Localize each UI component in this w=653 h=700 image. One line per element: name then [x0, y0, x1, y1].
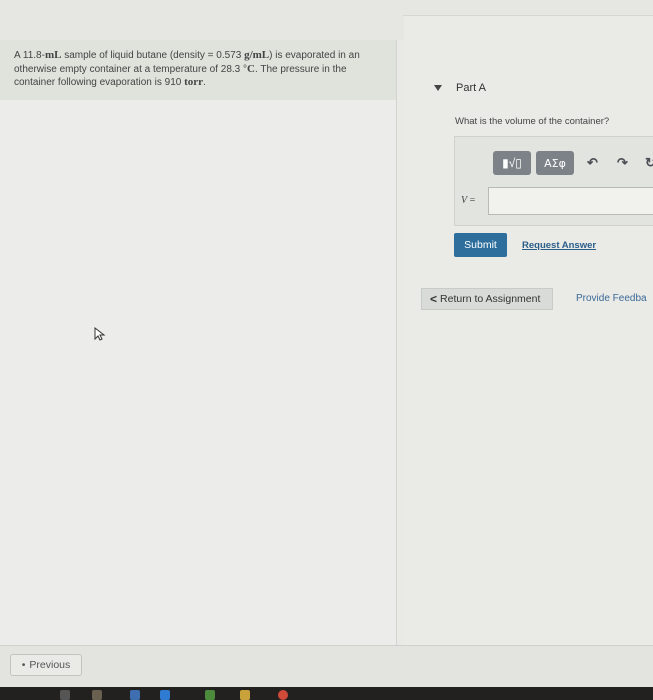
- problem-panel: A 11.8-mL sample of liquid butane (densi…: [0, 40, 397, 645]
- taskbar-app-icon[interactable]: [240, 690, 250, 700]
- problem-text: A 11.8-mL sample of liquid butane (densi…: [14, 49, 360, 88]
- bottom-nav-bar: [0, 645, 653, 688]
- undo-icon[interactable]: ↶: [587, 155, 598, 171]
- taskbar-app-icon[interactable]: [205, 690, 215, 700]
- provide-feedback-link[interactable]: Provide Feedba: [576, 293, 647, 304]
- previous-bullet-icon: •: [21, 659, 26, 671]
- caret-down-icon[interactable]: [434, 85, 442, 91]
- submit-button[interactable]: Submit: [454, 233, 507, 257]
- mouse-cursor-icon: [94, 327, 106, 341]
- return-to-assignment-button[interactable]: < Return to Assignment: [421, 288, 553, 310]
- refresh-icon[interactable]: ↻: [645, 155, 653, 171]
- variable-label: V =: [461, 195, 476, 206]
- previous-button[interactable]: • Previous: [10, 654, 82, 676]
- problem-statement-box: A 11.8-mL sample of liquid butane (densi…: [0, 40, 396, 100]
- taskbar-app-icon[interactable]: [92, 690, 102, 700]
- chevron-left-icon: <: [430, 292, 438, 306]
- request-answer-link[interactable]: Request Answer: [522, 240, 596, 251]
- taskbar-app-icon[interactable]: [278, 690, 288, 700]
- previous-label: Previous: [29, 659, 71, 671]
- answer-panel: [404, 16, 653, 656]
- matrix-template-button[interactable]: ▮√▯: [493, 151, 531, 175]
- return-label: Return to Assignment: [440, 293, 541, 305]
- taskbar-app-icon[interactable]: [160, 690, 170, 700]
- answer-input[interactable]: [488, 187, 653, 215]
- taskbar-app-icon[interactable]: [60, 690, 70, 700]
- part-label: Part A: [456, 82, 486, 94]
- question-text: What is the volume of the container?: [455, 116, 610, 127]
- part-a-header[interactable]: Part A: [434, 82, 486, 94]
- greek-symbols-button[interactable]: ΑΣφ: [536, 151, 574, 175]
- redo-icon[interactable]: ↷: [617, 155, 628, 171]
- taskbar-app-icon[interactable]: [130, 690, 140, 700]
